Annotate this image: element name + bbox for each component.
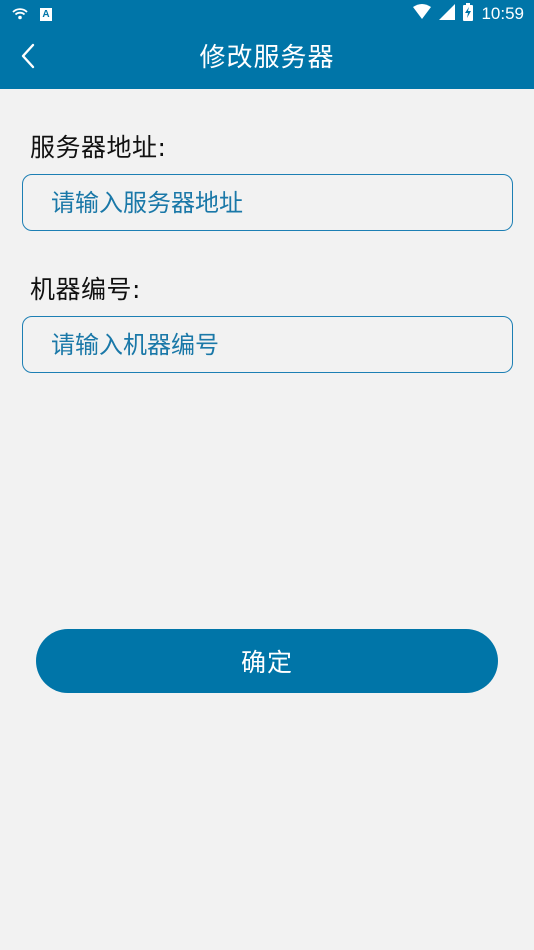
machine-number-input[interactable] xyxy=(22,316,513,373)
status-time: 10:59 xyxy=(481,4,524,23)
wifi-icon xyxy=(12,5,28,24)
machine-number-label: 机器编号: xyxy=(30,275,141,304)
status-bar: A 10:59 xyxy=(0,0,534,28)
confirm-button[interactable]: 确定 xyxy=(36,629,498,693)
status-right-icons: 10:59 xyxy=(413,3,524,25)
server-address-label: 服务器地址: xyxy=(30,133,167,162)
wifi-signal-icon xyxy=(413,4,432,24)
cell-signal-icon xyxy=(439,4,456,24)
page-title: 修改服务器 xyxy=(199,43,335,73)
battery-charging-icon xyxy=(463,3,474,25)
notification-a-icon: A xyxy=(40,8,52,21)
app-bar: 修改服务器 xyxy=(0,28,534,89)
server-address-input[interactable] xyxy=(22,174,513,231)
status-left-icons: A xyxy=(12,5,52,24)
